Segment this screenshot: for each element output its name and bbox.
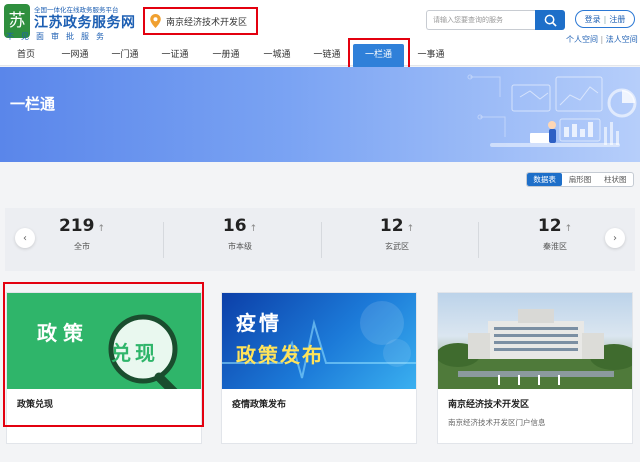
building-photo: [438, 309, 632, 389]
stat-label: 市本级: [228, 242, 252, 251]
divider: [163, 222, 164, 258]
stat-item[interactable]: 219 ↑ 全市: [22, 216, 142, 252]
banner-illustration: [467, 74, 637, 147]
corporate-space-link[interactable]: 法人空间: [606, 35, 638, 44]
nav-item-yiwangtong[interactable]: 一网通: [52, 44, 98, 66]
arrow-up-icon: ↑: [249, 224, 258, 234]
arrow-up-icon: ↑: [97, 224, 106, 234]
arrow-up-icon: ↑: [564, 224, 573, 234]
card-highlight: [3, 282, 204, 427]
view-toggle: 数据表 扇形图 柱状图: [526, 172, 634, 187]
page: 苏 全国一体化在线政务服务平台 江苏政务服务网 不见面审批服务 南京经济技术开发…: [0, 0, 640, 462]
register-link[interactable]: 注册: [609, 14, 625, 25]
search-input[interactable]: [426, 10, 536, 30]
nav-item-yicetong[interactable]: 一册通: [203, 44, 249, 66]
stat-label: 秦淮区: [543, 242, 567, 251]
search-icon: [544, 14, 557, 27]
stat-label: 玄武区: [385, 242, 409, 251]
nav-item-home[interactable]: 首页: [6, 44, 46, 66]
stat-value: 12: [537, 216, 562, 236]
card-image: [438, 293, 632, 389]
separator: |: [603, 14, 607, 24]
stat-label: 全市: [74, 242, 90, 251]
stat-item[interactable]: 12 ↑ 玄武区: [337, 216, 457, 252]
login-register-group: 登录 | 注册: [575, 10, 635, 28]
main-nav: 首页 一网通 一门通 一证通 一册通 一城通 一链通 一事通: [0, 44, 640, 66]
nav-item-yichengtong[interactable]: 一城通: [254, 44, 300, 66]
nav-item-yimentong[interactable]: 一门通: [102, 44, 148, 66]
login-link[interactable]: 登录: [585, 14, 601, 25]
logo-title[interactable]: 江苏政务服务网: [34, 12, 136, 32]
nav-item-yishitong[interactable]: 一事通: [408, 44, 454, 66]
region-selector[interactable]: 南京经济技术开发区: [143, 7, 258, 35]
personal-space-link[interactable]: 个人空间: [566, 35, 598, 44]
nav-item-yiliantong[interactable]: 一链通: [304, 44, 350, 66]
card-nanjing-edz[interactable]: 南京经济技术开发区 南京经济技术开发区门户信息: [437, 292, 633, 444]
nav-item-yizhengtong[interactable]: 一证通: [152, 44, 198, 66]
stat-value: 12: [379, 216, 404, 236]
arrow-up-icon: ↑: [406, 224, 415, 234]
separator: |: [600, 35, 604, 44]
stat-item[interactable]: 16 ↑ 市本级: [180, 216, 300, 252]
search-button[interactable]: [535, 10, 565, 30]
region-label: 南京经济技术开发区: [166, 17, 248, 28]
divider: [478, 222, 479, 258]
toggle-pie[interactable]: 扇形图: [562, 173, 597, 186]
card-image-text: 政策发布: [236, 343, 324, 367]
toggle-table[interactable]: 数据表: [527, 173, 563, 186]
stat-value: 219: [58, 216, 95, 236]
card-description: 南京经济技术开发区门户信息: [448, 418, 546, 427]
stat-value: 16: [222, 216, 247, 236]
card-epidemic-policy[interactable]: 疫情 政策发布 疫情政策发布: [221, 292, 417, 444]
divider: [321, 222, 322, 258]
card-title: 南京经济技术开发区: [448, 400, 530, 410]
stat-item[interactable]: 12 ↑ 秦淮区: [495, 216, 615, 252]
logo-slogan: 不见面审批服务: [6, 32, 111, 41]
header: 苏 全国一体化在线政务服务平台 江苏政务服务网 不见面审批服务 南京经济技术开发…: [0, 0, 640, 44]
card-image-text: 疫情: [236, 311, 282, 335]
toggle-bar[interactable]: 柱状图: [598, 173, 633, 186]
banner: 一栏通: [0, 67, 640, 162]
card-image: 疫情 政策发布: [222, 293, 416, 389]
location-pin-icon: [150, 14, 161, 28]
card-title: 疫情政策发布: [232, 400, 287, 410]
